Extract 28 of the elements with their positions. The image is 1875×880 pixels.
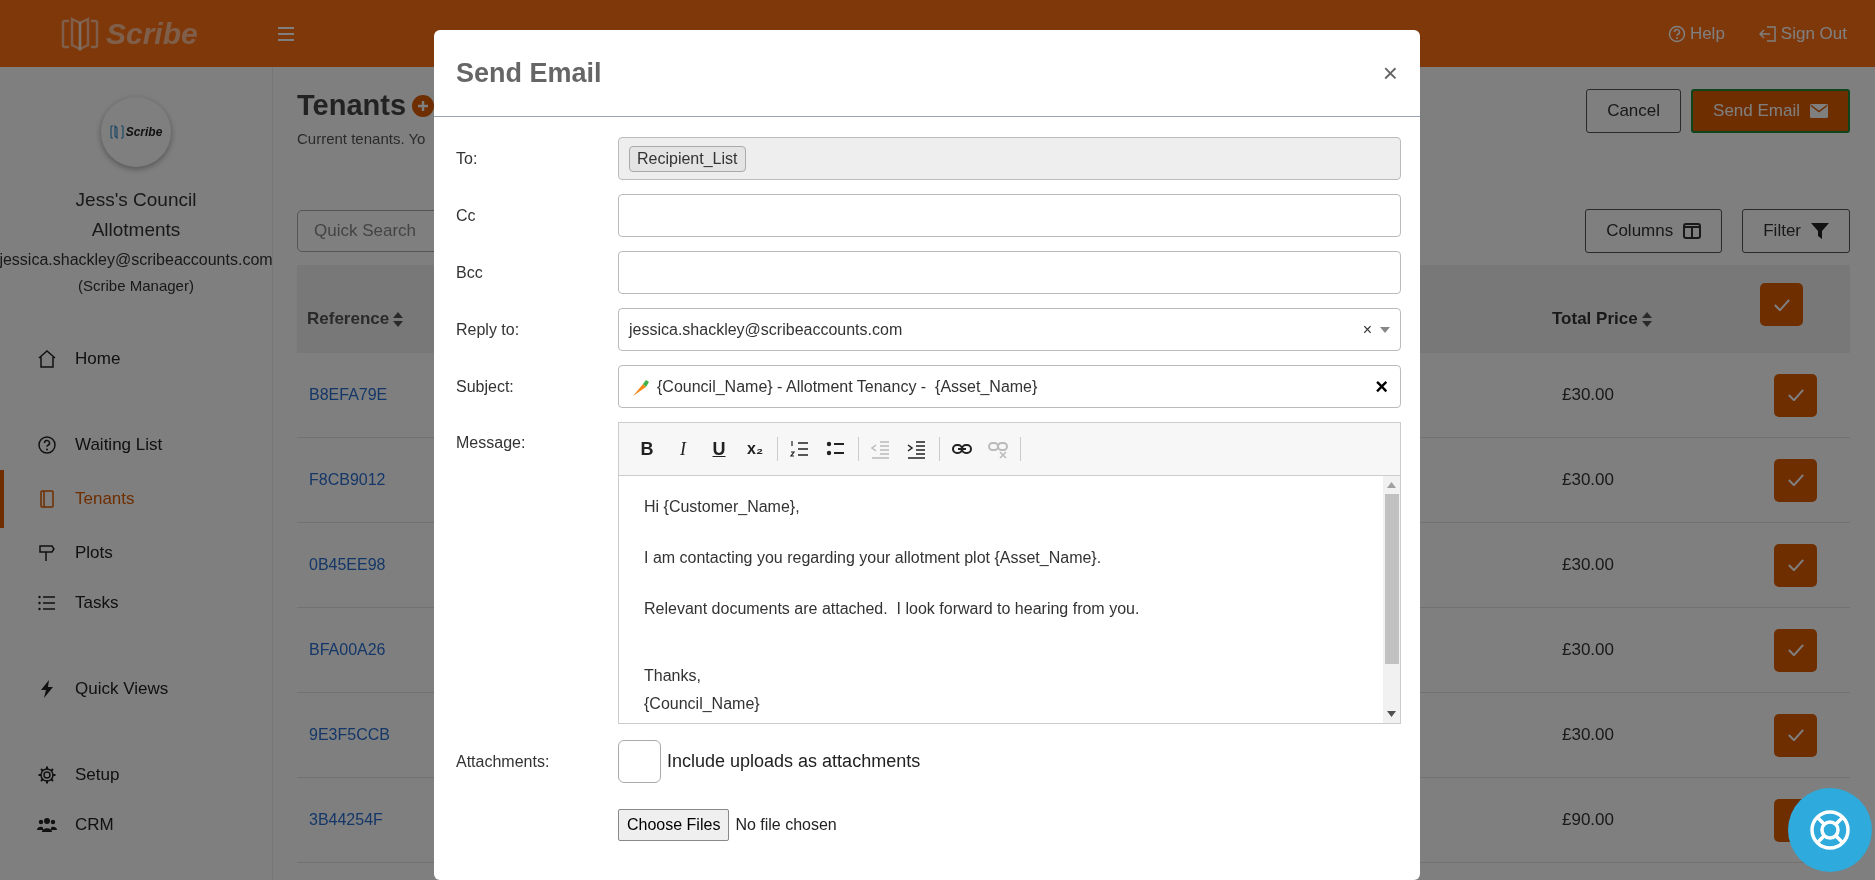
table-cell-text: £30.00 [1561,385,1615,405]
field-label: Reply to: [456,320,521,339]
page-title: Tenants [297,89,407,122]
message-text: {Council_Name} [644,695,761,713]
org-name: Jess's Council [75,189,197,211]
logo-text: Scribe [106,16,198,51]
field-label: Cc [456,206,477,225]
modal-title: Send Email [456,57,602,89]
table-cell-text: £90.00 [1561,810,1615,830]
field-label: Bcc [456,263,484,282]
field-label: Attachments: [456,752,551,771]
checkbox-label: Include uploads as attachments [667,751,921,772]
logo-badge: Scribe [101,97,171,167]
field-label: To: [456,149,479,168]
message-text: Hi {Customer_Name}, [644,498,801,516]
table-cell-text: £30.00 [1561,555,1615,575]
table-cell-text: £30.00 [1561,470,1615,490]
page-subtitle: Current tenants. Yo [297,130,427,147]
field-label: Message: [456,434,527,452]
user-role: (Scribe Manager) [78,277,194,294]
org-subtitle: Allotments [91,219,181,241]
file-status: No file chosen [735,816,837,834]
message-text: Thanks, [644,667,702,685]
message-text: Relevant documents are attached. I look forward to hearing from you. [644,600,1141,618]
table-cell-text: £30.00 [1561,725,1615,745]
field-label: Subject: [456,377,515,396]
table-cell-text: £30.00 [1561,640,1615,660]
message-text: I am contacting you regarding your allotment plot {Asset_Name}. [644,549,1103,567]
